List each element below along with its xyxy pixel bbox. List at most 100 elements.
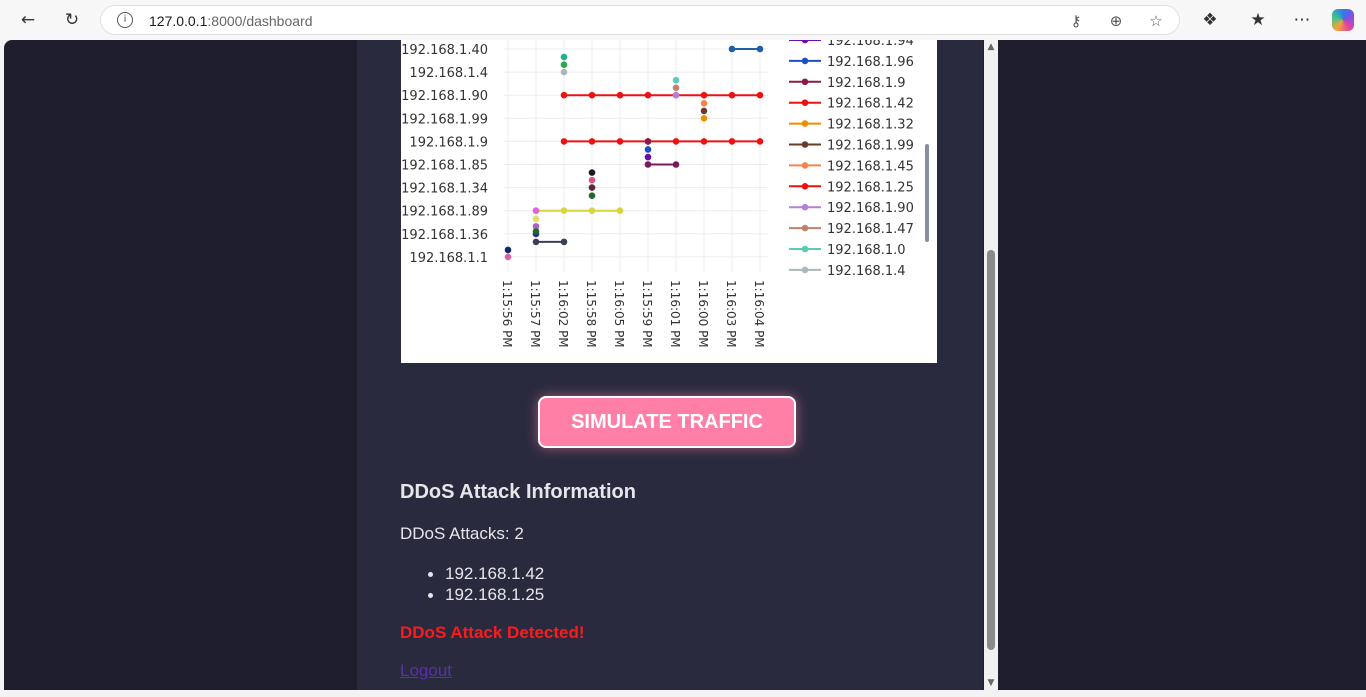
data-point — [588, 138, 596, 145]
legend-label: 192.168.1.0 — [827, 243, 906, 258]
data-point — [588, 207, 596, 214]
data-point — [560, 138, 568, 145]
scroll-down-icon[interactable]: ▼ — [984, 676, 998, 690]
scroll-thumb[interactable] — [987, 250, 995, 650]
legend-swatch-marker — [801, 78, 809, 86]
data-point — [728, 91, 736, 99]
logout-link[interactable]: Logout — [400, 661, 452, 681]
legend-label: 192.168.1.47 — [827, 222, 914, 237]
y-tick-label: 192.168.1.89 — [401, 205, 488, 220]
ddos-info-title: DDoS Attack Information — [400, 481, 636, 503]
data-point — [560, 91, 568, 99]
x-tick-label: 1:15:56 PM — [500, 280, 514, 348]
favorites-icon[interactable]: ★ — [1244, 6, 1272, 34]
legend-swatch-marker — [801, 40, 809, 44]
x-tick-label: 1:15:59 PM — [640, 280, 654, 348]
y-tick-label: 192.168.1.4 — [409, 66, 488, 81]
legend-swatch-marker — [801, 162, 809, 169]
traffic-chart: 192.168.1.40 192.168.1.4 192.168.1.90 192.1… — [401, 40, 937, 363]
info-icon[interactable]: i — [117, 12, 133, 28]
legend-swatch-marker — [801, 266, 809, 274]
list-item: 192.168.1.42 — [427, 564, 545, 583]
address-bar[interactable]: i 127.0.0.1:8000/dashboard ⚷ ⊕ ☆ — [100, 5, 1180, 35]
simulate-traffic-button[interactable]: SIMULATE TRAFFIC — [538, 396, 796, 448]
copilot-icon[interactable] — [1332, 9, 1354, 31]
x-tick-label: 1:16:01 PM — [668, 280, 682, 348]
x-tick-label: 1:15:58 PM — [584, 280, 598, 348]
data-point — [672, 91, 680, 99]
reload-icon[interactable]: ↻ — [58, 6, 86, 34]
legend-swatch-marker — [801, 203, 809, 211]
data-point — [588, 169, 596, 176]
data-point — [616, 138, 624, 145]
legend-swatch-marker — [801, 183, 809, 190]
data-point — [532, 215, 540, 223]
data-point — [588, 91, 596, 99]
y-tick-label: 192.168.1.99 — [401, 112, 488, 127]
back-icon[interactable]: ← — [14, 6, 42, 34]
star-icon[interactable]: ☆ — [1145, 10, 1167, 32]
attacker-ip-list: 192.168.1.42 192.168.1.25 — [427, 563, 545, 605]
data-point — [700, 91, 708, 99]
bottom-strip — [0, 690, 1366, 697]
legend-label: 192.168.1.42 — [827, 97, 914, 112]
x-tick-label: 1:16:05 PM — [612, 280, 626, 348]
y-tick-label: 192.168.1.34 — [401, 182, 488, 197]
y-tick-label: 192.168.1.9 — [409, 135, 488, 150]
y-tick-label: 192.168.1.36 — [401, 228, 488, 243]
data-point — [560, 61, 568, 69]
data-point — [672, 76, 680, 84]
legend-swatch-marker — [801, 57, 809, 65]
data-point — [644, 91, 652, 99]
dashboard-panel: 192.168.1.40 192.168.1.4 192.168.1.90 192.1… — [357, 40, 983, 690]
zoom-icon[interactable]: ⊕ — [1105, 10, 1127, 32]
more-icon[interactable]: ⋯ — [1288, 6, 1316, 34]
key-icon[interactable]: ⚷ — [1065, 10, 1087, 32]
data-point — [588, 192, 596, 199]
url-text[interactable]: 127.0.0.1:8000/dashboard — [149, 13, 312, 29]
y-tick-label: 192.168.1.90 — [401, 89, 488, 104]
data-point — [504, 246, 512, 254]
data-point — [756, 91, 764, 99]
data-point — [728, 138, 736, 145]
traffic-chart-svg: 192.168.1.40 192.168.1.4 192.168.1.90 192.1… — [401, 40, 914, 348]
data-point — [532, 238, 540, 246]
x-tick-label: 1:16:03 PM — [724, 280, 738, 348]
data-point — [728, 45, 736, 53]
scroll-up-icon[interactable]: ▲ — [984, 40, 998, 54]
data-point — [560, 207, 568, 214]
extensions-icon[interactable]: ❖ — [1196, 6, 1224, 34]
legend-label: 192.168.1.94 — [827, 40, 914, 49]
legend-swatch-marker — [801, 141, 809, 148]
data-point — [504, 253, 512, 261]
x-tick-label: 1:16:02 PM — [556, 280, 570, 348]
data-point — [700, 107, 708, 115]
y-tick-label: 192.168.1.1 — [409, 251, 488, 266]
legend-label: 192.168.1.90 — [827, 201, 914, 216]
data-point — [560, 53, 568, 61]
legend-swatch-marker — [801, 224, 809, 232]
y-tick-label: 192.168.1.40 — [401, 43, 488, 58]
legend-swatch-marker — [801, 120, 809, 127]
data-point — [644, 153, 652, 161]
legend-label: 192.168.1.4 — [827, 264, 906, 279]
data-point — [756, 138, 764, 145]
ddos-attack-count: DDoS Attacks: 2 — [400, 524, 524, 543]
data-point — [532, 207, 540, 214]
page-viewport: 192.168.1.40 192.168.1.4 192.168.1.90 192.1… — [4, 40, 1366, 690]
page-scrollbar[interactable]: ▲ ▼ — [984, 40, 998, 690]
data-point — [532, 228, 540, 235]
data-point — [644, 138, 652, 145]
ddos-status-alert: DDoS Attack Detected! — [400, 623, 585, 642]
legend-label: 192.168.1.9 — [827, 76, 906, 91]
data-point — [672, 161, 680, 168]
browser-toolbar: ← ↻ i 127.0.0.1:8000/dashboard ⚷ ⊕ ☆ ❖ ★… — [0, 0, 1366, 40]
data-point — [616, 207, 624, 214]
legend-label: 192.168.1.45 — [827, 159, 914, 174]
list-item: 192.168.1.25 — [427, 585, 545, 604]
legend-scrollbar[interactable] — [925, 144, 929, 242]
x-tick-label: 1:16:00 PM — [696, 280, 710, 348]
legend-label: 192.168.1.25 — [827, 180, 914, 195]
legend-label: 192.168.1.32 — [827, 118, 914, 133]
data-point — [644, 146, 652, 153]
